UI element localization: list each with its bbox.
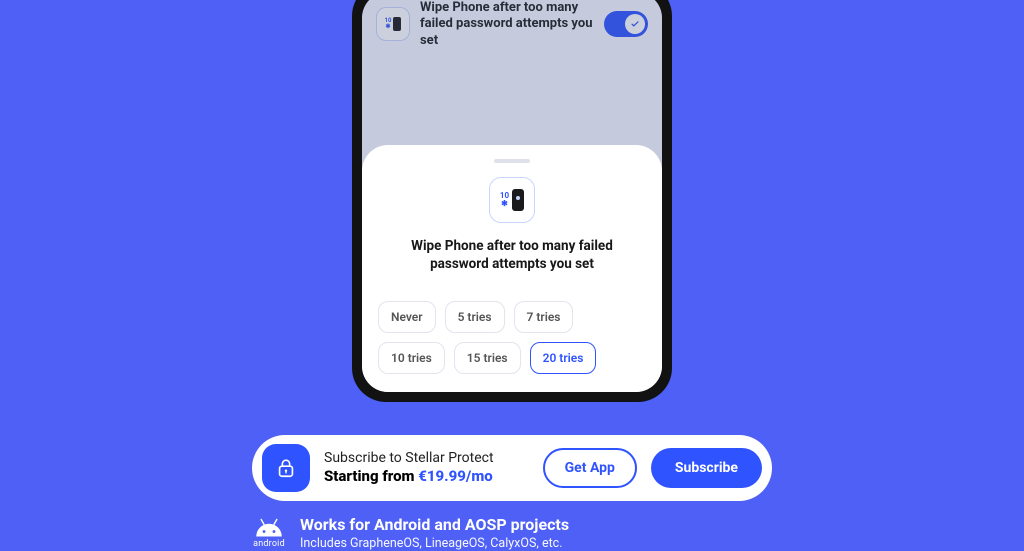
option-20-tries[interactable]: 20 tries: [530, 342, 597, 374]
option-10-tries[interactable]: 10 tries: [378, 342, 445, 374]
phone-frame: 10 ✱ Wipe Phone after too many failed pa…: [352, 0, 672, 402]
footer: android Works for Android and AOSP proje…: [252, 515, 772, 551]
get-app-button[interactable]: Get App: [543, 448, 637, 488]
sheet-title: Wipe Phone after too many failed passwor…: [378, 237, 646, 273]
option-never[interactable]: Never: [378, 301, 436, 333]
phone-glyph-icon: [512, 189, 524, 211]
android-icon-label: android: [253, 539, 285, 549]
subscribe-line1: Subscribe to Stellar Protect: [324, 450, 529, 468]
option-5-tries[interactable]: 5 tries: [445, 301, 505, 333]
android-icon: android: [252, 517, 286, 549]
option-15-tries[interactable]: 15 tries: [454, 342, 521, 374]
subscribe-button[interactable]: Subscribe: [651, 448, 762, 488]
subscribe-line2-prefix: Starting from: [324, 467, 418, 485]
subscribe-price: €19.99/mo: [418, 467, 493, 485]
phone-screen: 10 ✱ Wipe Phone after too many failed pa…: [362, 0, 662, 392]
subscribe-bar: Subscribe to Stellar Protect Starting fr…: [252, 435, 772, 501]
sheet-wipe-icon: 10 ✱: [489, 177, 535, 223]
options-list: Never 5 tries 7 tries 10 tries 15 tries 20 tr…: [378, 301, 646, 374]
subscribe-app-icon: [262, 444, 310, 492]
subscribe-line2: Starting from €19.99/mo: [324, 467, 529, 486]
lock-icon: [275, 457, 297, 479]
option-7-tries[interactable]: 7 tries: [514, 301, 574, 333]
sheet-icon-badge-bottom: ✱: [500, 200, 509, 208]
options-sheet: 10 ✱ Wipe Phone after too many failed pa…: [362, 145, 662, 392]
sheet-handle[interactable]: [494, 159, 530, 163]
footer-title: Works for Android and AOSP projects: [300, 515, 569, 534]
footer-subtitle: Includes GrapheneOS, LineageOS, CalyxOS,…: [300, 536, 569, 551]
subscribe-text: Subscribe to Stellar Protect Starting fr…: [324, 450, 529, 486]
footer-text: Works for Android and AOSP projects Incl…: [300, 515, 569, 551]
